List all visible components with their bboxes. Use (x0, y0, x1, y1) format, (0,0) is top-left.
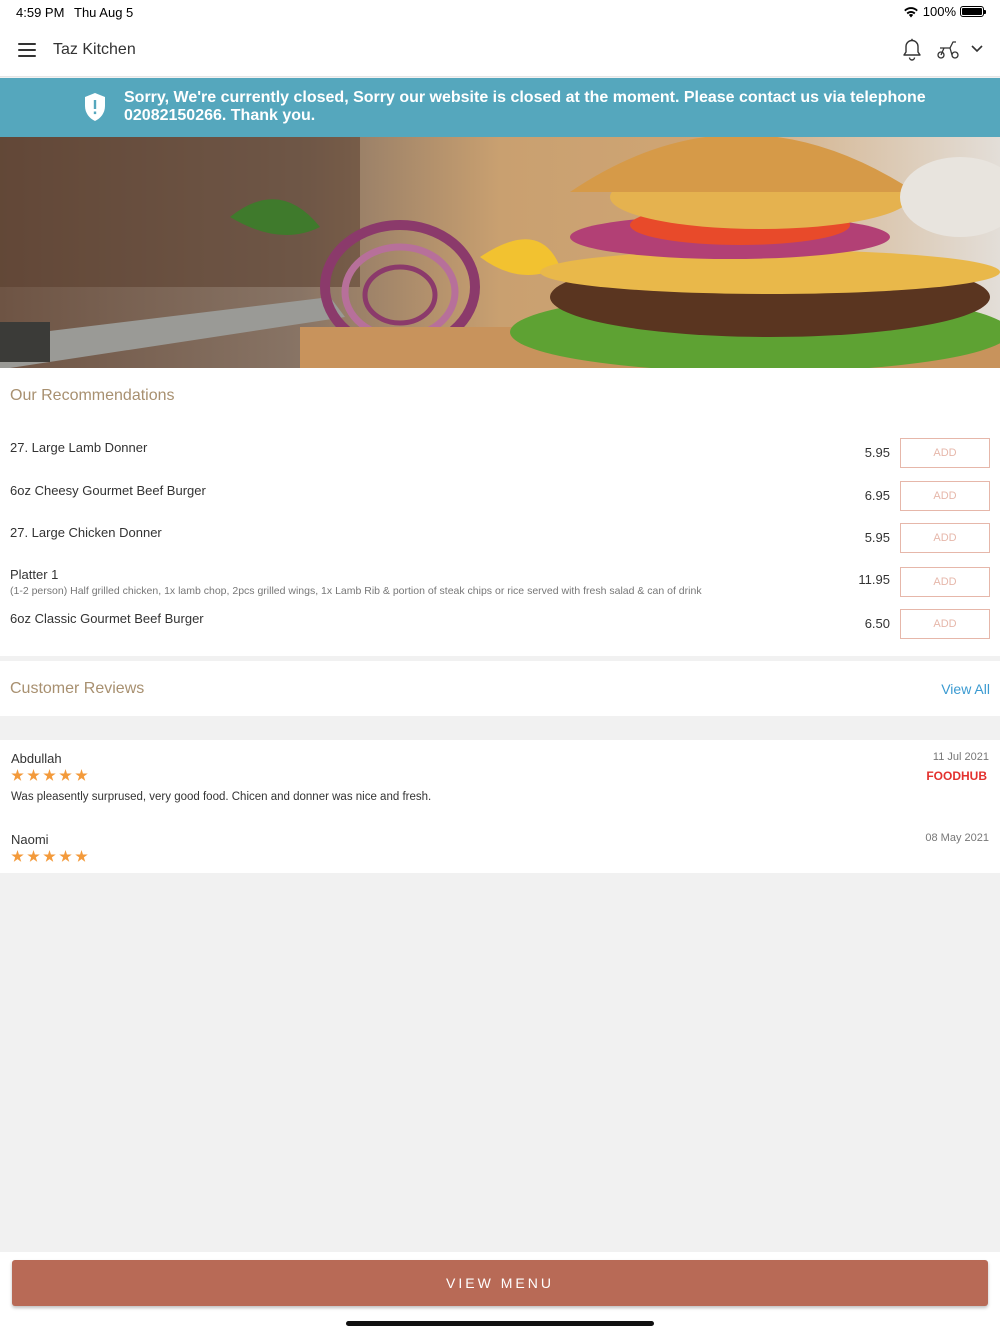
status-indicators: 100% (903, 4, 986, 19)
app-header: Taz Kitchen (0, 24, 1000, 77)
star-icon (75, 769, 88, 781)
status-bar: 4:59 PM Thu Aug 5 100% (0, 0, 1000, 24)
review-date: 08 May 2021 (925, 832, 989, 844)
review-item: Naomi 08 May 2021 (0, 821, 1000, 901)
hero-image (0, 137, 1000, 368)
foodhub-logo: FOODHUB (926, 769, 987, 783)
star-icon (27, 850, 40, 862)
item-name: 27. Large Lamb Donner (10, 440, 148, 455)
star-icon (43, 850, 56, 862)
reviews-title: Customer Reviews (10, 680, 145, 697)
reviewer-name: Naomi (11, 832, 49, 847)
bottom-bar: VIEW MENU (0, 1252, 1000, 1334)
item-price: 5.95 (864, 445, 890, 460)
menu-icon[interactable] (18, 43, 36, 57)
star-icon (27, 769, 40, 781)
star-icon (11, 769, 24, 781)
status-time: 4:59 PM (16, 5, 65, 20)
add-button[interactable]: ADD (900, 438, 990, 468)
bell-icon[interactable] (902, 38, 922, 62)
item-name: Platter 1 (10, 567, 59, 582)
recommendations-title: Our Recommendations (10, 387, 175, 404)
item-price: 5.95 (864, 530, 890, 545)
star-icon (59, 769, 72, 781)
item-description: (1-2 person) Half grilled chicken, 1x la… (10, 585, 702, 597)
star-icon (59, 850, 72, 862)
reviews-list: Abdullah 11 Jul 2021 FOODHUB Was pleasen… (0, 740, 1000, 873)
item-name: 27. Large Chicken Donner (10, 525, 162, 540)
add-button[interactable]: ADD (900, 481, 990, 511)
add-button[interactable]: ADD (900, 567, 990, 597)
home-indicator (346, 1321, 654, 1326)
item-price: 6.95 (864, 488, 890, 503)
closed-banner-text: Sorry, We're currently closed, Sorry our… (124, 89, 926, 124)
battery-icon (960, 6, 986, 17)
view-menu-button[interactable]: VIEW MENU (12, 1260, 988, 1306)
battery-percent: 100% (922, 4, 956, 19)
rating-stars (11, 850, 88, 863)
chevron-down-icon[interactable] (970, 44, 984, 54)
item-price: 11.95 (858, 572, 890, 587)
star-icon (75, 850, 88, 862)
add-button[interactable]: ADD (900, 523, 990, 553)
wifi-icon (903, 6, 918, 17)
review-text: Was pleasently surprused, very good food… (11, 791, 432, 803)
star-icon (43, 769, 56, 781)
reviewer-name: Abdullah (11, 751, 62, 766)
item-price: 6.50 (864, 616, 890, 631)
recommendations-section: Our Recommendations 27. Large Lamb Donne… (0, 368, 1000, 656)
burger-illustration (0, 137, 1000, 368)
scooter-icon[interactable] (936, 40, 960, 60)
review-item: Abdullah 11 Jul 2021 FOODHUB Was pleasen… (0, 740, 1000, 820)
closed-banner: Sorry, We're currently closed, Sorry our… (0, 78, 1000, 137)
add-button[interactable]: ADD (900, 609, 990, 639)
status-date: Thu Aug 5 (74, 5, 134, 20)
shield-alert-icon (85, 93, 105, 121)
item-name: 6oz Classic Gourmet Beef Burger (10, 611, 204, 626)
reviews-header: Customer Reviews View All (0, 661, 1000, 716)
view-all-link[interactable]: View All (941, 681, 990, 697)
rating-stars (11, 769, 88, 782)
app-title: Taz Kitchen (53, 41, 136, 58)
star-icon (11, 850, 24, 862)
item-name: 6oz Cheesy Gourmet Beef Burger (10, 483, 206, 498)
review-date: 11 Jul 2021 (932, 751, 989, 763)
